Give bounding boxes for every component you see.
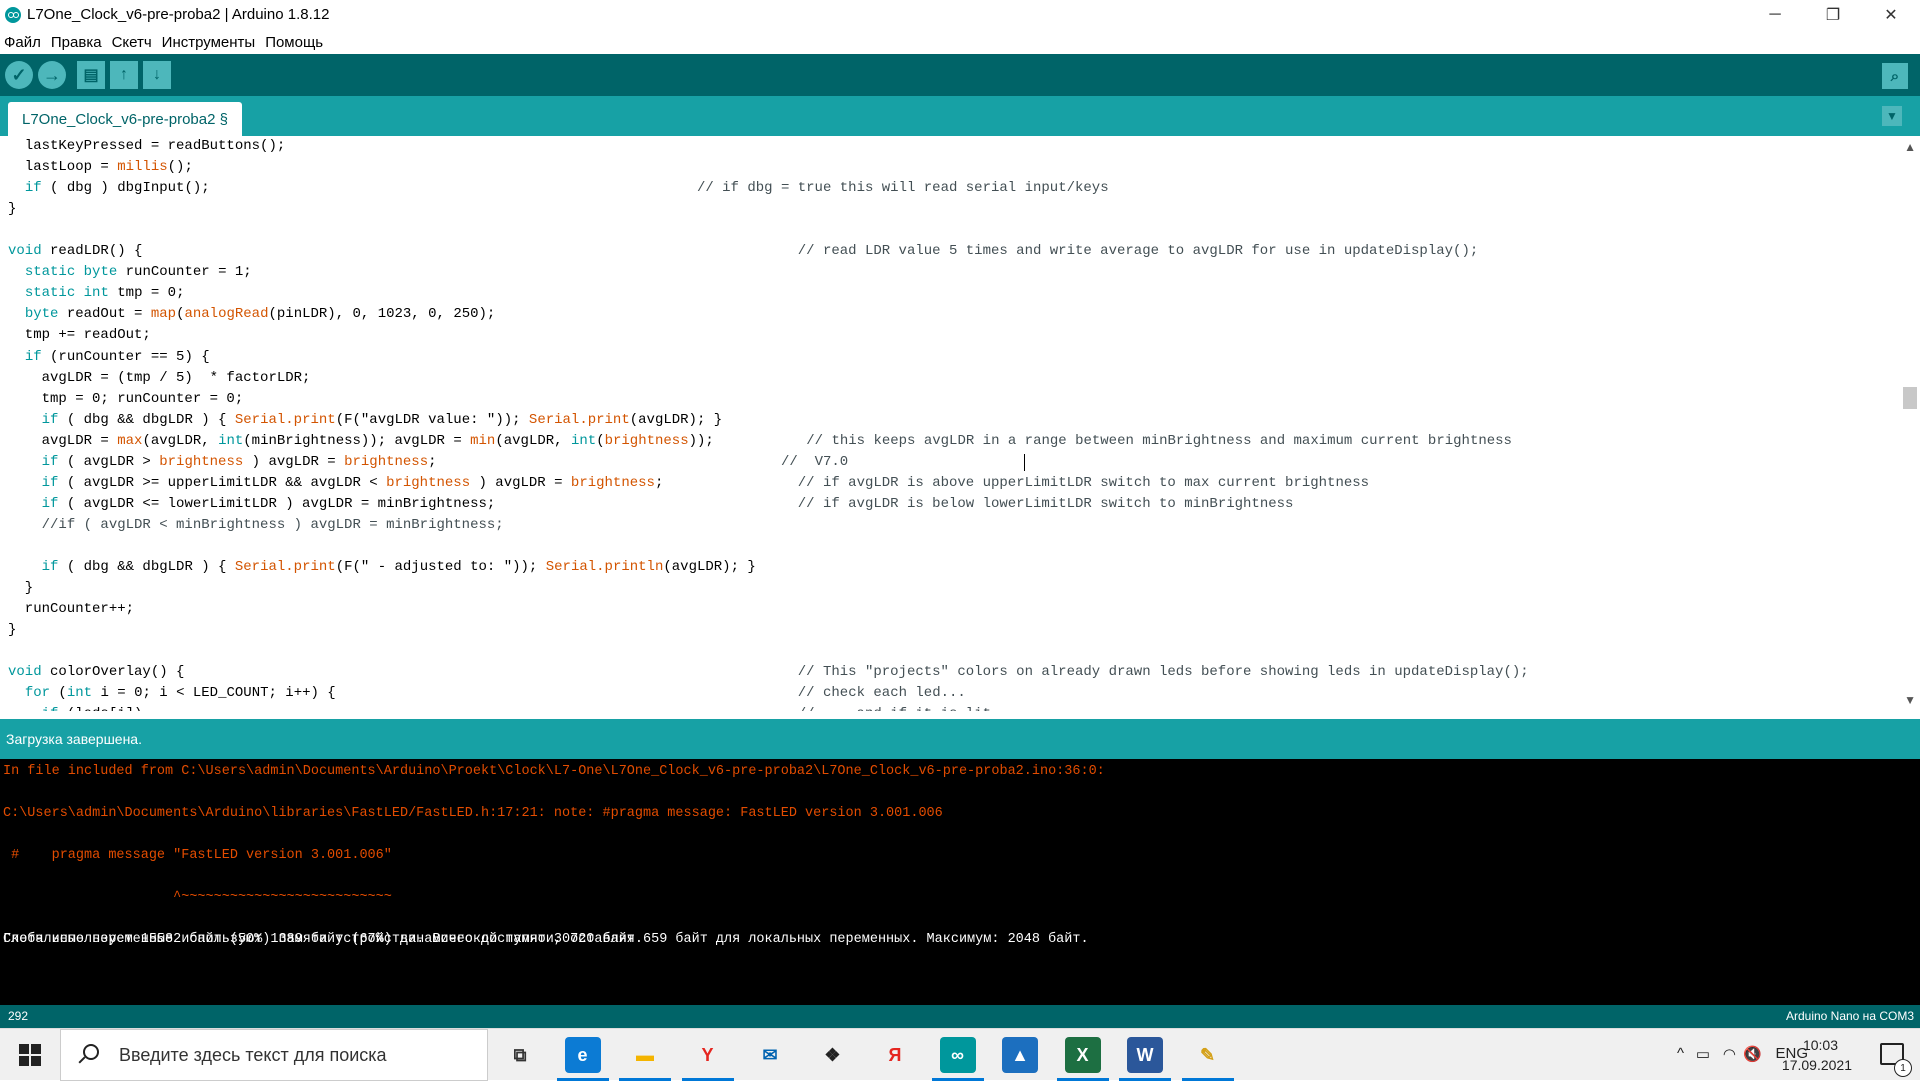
new-sketch-button[interactable]: ▤	[77, 61, 105, 89]
menu-help[interactable]: Помощь	[265, 34, 323, 51]
dropbox-icon[interactable]: ❖	[815, 1037, 851, 1073]
arduino-app-icon	[5, 7, 21, 23]
volume-muted-icon[interactable]: 🔇	[1743, 1045, 1762, 1063]
code-line[interactable]: runCounter++;	[8, 599, 134, 620]
wifi-icon[interactable]: ◠	[1723, 1045, 1736, 1063]
code-line[interactable]: if ( dbg ) dbgInput(); // if dbg = true …	[8, 178, 1109, 199]
mail-icon[interactable]: ✉	[752, 1037, 788, 1073]
code-line[interactable]: lastKeyPressed = readButtons();	[8, 136, 285, 157]
arrow-right-icon: →	[43, 64, 61, 85]
code-line[interactable]: //if ( avgLDR < minBrightness ) avgLDR =…	[8, 515, 504, 536]
paint-icon[interactable]: ✎	[1190, 1037, 1226, 1073]
code-line[interactable]: tmp += readOut;	[8, 325, 151, 346]
window-title: L7One_Clock_v6-pre-proba2 | Arduino 1.8.…	[27, 6, 330, 23]
yandex-browser-icon[interactable]: Я	[877, 1037, 913, 1073]
menu-edit[interactable]: Правка	[51, 34, 102, 51]
code-line[interactable]: static byte runCounter = 1;	[8, 262, 252, 283]
excel-icon[interactable]: X	[1064, 1037, 1101, 1073]
taskbar-search-box[interactable]: Введите здесь текст для поиска	[60, 1029, 488, 1081]
code-line[interactable]: if (leds[i]) // and if it is lit	[8, 704, 991, 711]
scroll-up-icon[interactable]: ▲	[1904, 140, 1916, 154]
edge-icon[interactable]: e	[564, 1037, 601, 1073]
title-bar: L7One_Clock_v6-pre-proba2 | Arduino 1.8.…	[0, 0, 1920, 30]
code-line[interactable]: if (runCounter == 5) {	[8, 347, 210, 368]
menu-tools[interactable]: Инструменты	[162, 34, 256, 51]
task-view-icon[interactable]: ⧉	[502, 1037, 538, 1073]
code-line[interactable]: static int tmp = 0;	[8, 283, 185, 304]
arrow-down-icon: ↓	[153, 66, 161, 83]
clock-time[interactable]: 10:03	[1803, 1037, 1838, 1053]
arduino-icon[interactable]: ∞	[939, 1037, 976, 1073]
photos-icon[interactable]: ▲	[1002, 1037, 1038, 1073]
search-icon	[77, 1044, 99, 1066]
console-line: ^~~~~~~~~~~~~~~~~~~~~~~~~~~	[3, 890, 392, 906]
search-placeholder: Введите здесь текст для поиска	[119, 1044, 387, 1065]
file-explorer-icon[interactable]: ▬	[627, 1037, 663, 1073]
code-line[interactable]: if ( avgLDR >= upperLimitLDR && avgLDR <…	[8, 473, 1369, 494]
text-caret	[1024, 453, 1025, 471]
code-line[interactable]: void readLDR() { // read LDR value 5 tim…	[8, 241, 1478, 262]
maximize-button[interactable]: ❐	[1804, 0, 1862, 30]
upload-button[interactable]: →	[38, 61, 66, 89]
notification-count: 1	[1894, 1059, 1912, 1077]
arrow-up-icon: ↑	[120, 66, 128, 83]
battery-icon[interactable]: ▭	[1696, 1045, 1710, 1063]
open-sketch-button[interactable]: ↑	[110, 61, 138, 89]
code-line[interactable]: void colorOverlay() { // This "projects"…	[8, 662, 1529, 683]
editor-scrollbar[interactable]: ▲ ▼	[1900, 136, 1920, 711]
tab-menu-button[interactable]: ▼	[1882, 106, 1902, 126]
code-line[interactable]: if ( avgLDR <= lowerLimitLDR ) avgLDR = …	[8, 494, 1294, 515]
output-console[interactable]: In file included from C:\Users\admin\Doc…	[0, 759, 1920, 1005]
line-number: 292	[8, 1009, 29, 1023]
code-line[interactable]: avgLDR = (tmp / 5) * factorLDR;	[8, 368, 311, 389]
code-line[interactable]: for (int i = 0; i < LED_COUNT; i++) { //…	[8, 683, 966, 704]
windows-logo-icon	[19, 1044, 41, 1066]
clock-date[interactable]: 17.09.2021	[1782, 1057, 1852, 1073]
serial-monitor-button[interactable]: ⌕	[1882, 63, 1908, 89]
start-button[interactable]	[0, 1029, 60, 1081]
code-line[interactable]: }	[8, 199, 16, 220]
console-line: In file included from C:\Users\admin\Doc…	[3, 764, 1105, 779]
code-editor[interactable]: lastKeyPressed = readButtons(); lastLoop…	[0, 136, 1920, 711]
editor-status-bar: 292 Arduino Nano на COM3	[0, 1005, 1920, 1028]
code-line[interactable]: avgLDR = max(avgLDR, int(minBrightness))…	[8, 431, 1512, 452]
tray-chevron-icon[interactable]: ^	[1677, 1045, 1684, 1062]
windows-taskbar: Введите здесь текст для поиска ⧉ e ▬ Y ✉ ❖ Я ∞ ▲…	[0, 1028, 1920, 1081]
word-icon[interactable]: W	[1127, 1037, 1163, 1073]
chevron-down-icon: ▼	[1886, 109, 1898, 123]
minimize-button[interactable]: ─	[1746, 0, 1804, 30]
tab-sketch[interactable]: L7One_Clock_v6-pre-proba2 §	[8, 102, 242, 136]
code-line[interactable]: lastLoop = millis();	[8, 157, 193, 178]
code-line[interactable]: }	[8, 578, 33, 599]
yandex-icon[interactable]: Y	[690, 1037, 726, 1073]
magnifier-icon: ⌕	[1890, 67, 1900, 85]
checkmark-icon: ✓	[11, 64, 27, 85]
code-line[interactable]: byte readOut = map(analogRead(pinLDR), 0…	[8, 304, 496, 325]
menu-bar: Файл Правка Скетч Инструменты Помощь	[0, 30, 1920, 54]
status-message: Загрузка завершена.	[6, 731, 142, 747]
toolbar: ✓ → ▤ ↑ ↓ ⌕	[0, 54, 1920, 96]
scroll-thumb[interactable]	[1903, 387, 1917, 409]
close-button[interactable]: ✕	[1862, 0, 1920, 30]
code-line[interactable]: if ( dbg && dbgLDR ) { Serial.print(F(" …	[8, 557, 756, 578]
verify-button[interactable]: ✓	[5, 61, 33, 89]
menu-file[interactable]: Файл	[4, 34, 41, 51]
scroll-down-icon[interactable]: ▼	[1904, 693, 1916, 707]
console-line: # pragma message "FastLED version 3.001.…	[3, 848, 392, 864]
save-sketch-button[interactable]: ↓	[143, 61, 171, 89]
board-port-info: Arduino Nano на COM3	[1785, 1009, 1914, 1023]
code-line[interactable]: if ( avgLDR > brightness ) avgLDR = brig…	[8, 452, 849, 473]
code-line[interactable]: }	[8, 620, 16, 641]
code-line[interactable]: if ( dbg && dbgLDR ) { Serial.print(F("a…	[8, 410, 723, 431]
console-line: C:\Users\admin\Documents\Arduino\librari…	[3, 806, 943, 822]
code-line[interactable]: tmp = 0; runCounter = 0;	[8, 389, 244, 410]
new-file-icon: ▤	[83, 67, 99, 84]
menu-sketch[interactable]: Скетч	[112, 34, 152, 51]
tab-bar: L7One_Clock_v6-pre-proba2 § ▼	[0, 96, 1920, 136]
console-line: Глобальные переменные используют 1389 ба…	[3, 932, 1089, 948]
status-strip: Загрузка завершена.	[0, 719, 1920, 759]
